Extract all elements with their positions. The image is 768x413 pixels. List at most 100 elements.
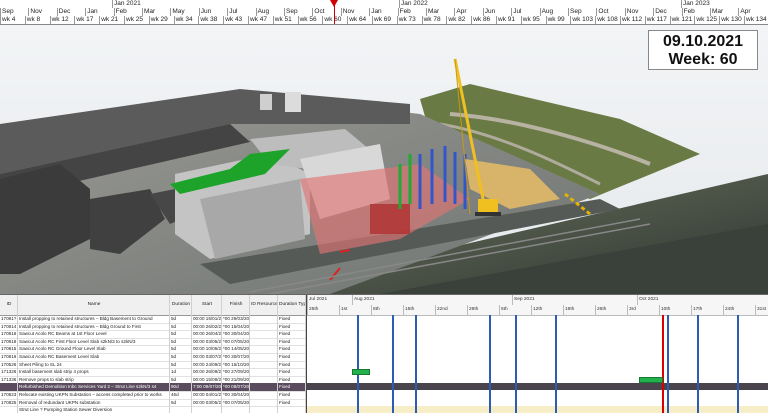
gantt-month: Aug 2021 (352, 295, 512, 305)
timeline-week: wk 117 (644, 16, 670, 24)
header-name[interactable]: Name (18, 295, 170, 315)
timeline-week: wk 108 (595, 16, 620, 24)
timeline-month: Aug (255, 8, 284, 16)
task-grid-header: ID Name Duration Start Finish ID Resourc… (0, 295, 306, 316)
task-cell: *00 30/04/2021 (223, 330, 250, 338)
task-bar[interactable] (639, 376, 663, 383)
gantt-day: 12th (531, 305, 563, 315)
timeline-current-marker[interactable] (330, 0, 338, 7)
task-cell: 5d (170, 398, 192, 407)
timeline-month: Feb (397, 8, 426, 16)
timeline-month: Oct (596, 8, 624, 16)
task-cell: Relocate existing UKPN Substation – acce… (18, 391, 170, 399)
task-cell: 00:00 03/07/2021 (193, 353, 222, 361)
task-cell (250, 345, 278, 353)
timeline-month: Feb (681, 8, 710, 16)
task-cell: 00:00 26/02/2021 (193, 322, 222, 331)
task-cell: 1d (170, 368, 192, 376)
milestone-line (415, 315, 417, 413)
task-cell (250, 360, 278, 369)
timeline-week: wk 8 (24, 16, 50, 24)
timeline-month: Jul (227, 8, 255, 16)
timeline-month: Apr (454, 8, 482, 16)
timeline-scale[interactable]: Jan 2021 Jan 2022 Jan 2023 Sep Nov Dec Jan F… (0, 0, 768, 25)
task-cell (250, 391, 278, 399)
timeline-month: Mar (426, 8, 454, 16)
timeline-month-row: Sep Nov Dec Jan Feb Mar May Jun Jul Aug Sep Oct Nov J… (0, 8, 768, 16)
timeline-week: wk 29 (148, 16, 174, 24)
task-cell: 5d (170, 315, 192, 323)
timeline-year: Jan 2021 (112, 0, 272, 8)
gantt-day: 24th (723, 305, 755, 315)
header-duration-type[interactable]: Duration Type (278, 295, 306, 315)
task-cell: *00 07/05/2021 (223, 398, 250, 407)
gantt-month: Sep 2021 (512, 295, 637, 305)
task-cell: Refurbished Demolition Inbc Services Yar… (18, 383, 170, 391)
task-cell: 170814 (1, 322, 18, 331)
timeline-month: Apr (738, 8, 766, 16)
task-cell: Sawcut Acolo RC Beams at 1st Floor Level (18, 330, 170, 338)
milestone-line (737, 315, 739, 413)
task-cell: 00:00 24/09/2021 (193, 360, 222, 369)
task-cell: Fixed (278, 345, 306, 353)
timeline-month: Nov (28, 8, 56, 16)
milestone-line (515, 315, 517, 413)
task-cell: 5d (170, 375, 192, 384)
gantt-day: 8th (371, 305, 403, 315)
timeline-week: wk 134 (744, 16, 768, 24)
today-line (662, 315, 664, 413)
gantt-chart[interactable]: Jul 2021 Aug 2021 Sep 2021 Oct 2021 25th 1st… (307, 295, 768, 413)
timeline-month: Jan (369, 8, 397, 16)
timeline-week-row: wk 4 wk 8 wk 12 wk 17 wk 21 wk 25 wk 29 wk 34 wk… (0, 16, 768, 24)
task-cell: 46d (170, 391, 192, 399)
task-cell: 171336 (1, 375, 18, 384)
header-resources[interactable]: ID Resources (250, 295, 278, 315)
header-finish[interactable]: Finish (222, 295, 250, 315)
task-cell: 5d (170, 345, 192, 353)
task-cell: 00:00 10/05/2021 (193, 345, 222, 353)
gantt-day: 25th (307, 305, 339, 315)
timeline-week: wk 17 (74, 16, 99, 24)
task-cell: *00 08/07/2022 (223, 383, 250, 391)
timeline-month: Mar (710, 8, 738, 16)
timeline-week: wk 25 (124, 16, 149, 24)
timeline-month: Jul (511, 8, 539, 16)
task-cell: 5d (170, 330, 192, 338)
timeline-week: wk 103 (570, 16, 595, 24)
timeline-month: Feb (113, 8, 142, 16)
task-cell: 5d (170, 353, 192, 361)
header-start[interactable]: Start (192, 295, 222, 315)
gantt-day: 10th (659, 305, 691, 315)
task-cell: *00 14/05/2021 (223, 345, 250, 353)
timeline-week: wk 69 (372, 16, 397, 24)
task-bar[interactable] (352, 369, 370, 376)
task-cell: Fixed (278, 322, 306, 331)
timeline-month: Jun (198, 8, 227, 16)
milestone-line (357, 315, 359, 413)
task-cell: Remove props to slab strip (18, 375, 170, 384)
header-id[interactable]: ID (0, 295, 18, 315)
task-cell: Fixed (278, 368, 306, 376)
task-cell: Removal of redundant UKPN substation (18, 398, 170, 407)
milestone-line (697, 315, 699, 413)
task-cell: 00:00 26/04/2021 (193, 330, 222, 338)
timeline-week: wk 95 (520, 16, 546, 24)
task-cell: Fixed (278, 337, 306, 346)
milestone-line (555, 315, 557, 413)
task-cell: Fixed (278, 391, 306, 399)
timeline-week: wk 4 (0, 16, 25, 24)
temporary-works (398, 146, 467, 209)
timeline-week: wk 43 (223, 16, 248, 24)
header-duration[interactable]: Duration (170, 295, 192, 315)
current-week: Week: 60 (668, 51, 738, 68)
task-cell: 5d (170, 337, 192, 346)
gantt-day: 29th (467, 305, 499, 315)
gantt-day: 31st (755, 305, 768, 315)
task-cell: Sawcut Acolo RC First Floor Level Slab s… (18, 337, 170, 346)
milestone-line (667, 315, 669, 413)
timeline-week: wk 121 (669, 16, 695, 24)
gantt-panel: ID Name Duration Start Finish ID Resourc… (0, 294, 768, 413)
task-cell: 90d (170, 383, 192, 391)
task-cell: 5d (170, 322, 192, 331)
task-cell: 00:00 26/09/2021 (193, 368, 222, 376)
